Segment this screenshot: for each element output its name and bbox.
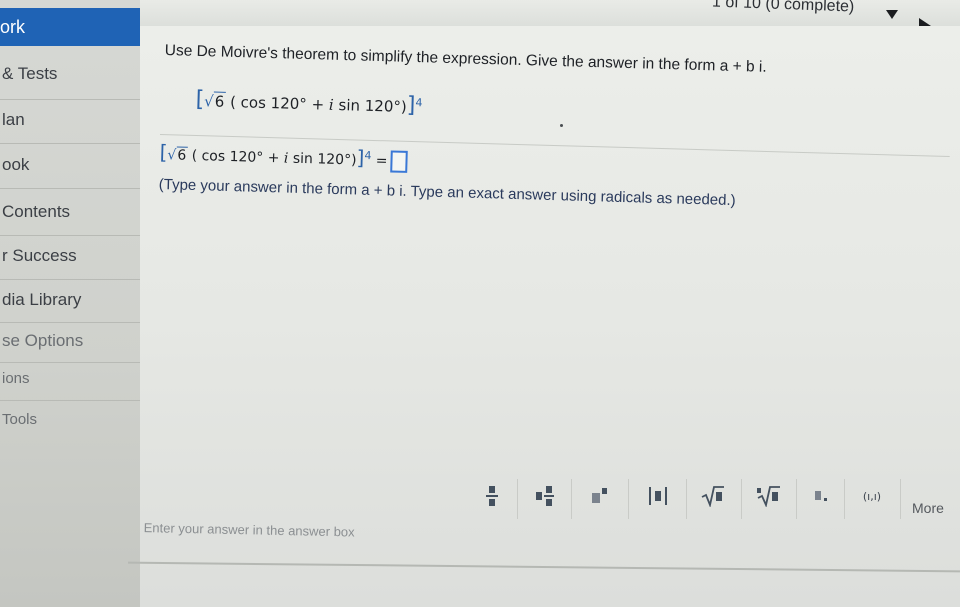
course-sidebar: ork & Tests lan ook Contents r Success d… (0, 0, 140, 607)
expr-plus: + (267, 150, 280, 167)
chevron-down-icon[interactable] (886, 10, 898, 19)
expr-exponent: 4 (364, 149, 372, 163)
sidebar-divider (0, 362, 140, 363)
nth-root-icon[interactable] (743, 480, 793, 512)
sidebar-item-study-plan[interactable]: lan (2, 110, 25, 130)
ordered-pair-icon[interactable]: (ı,ı) (847, 480, 897, 512)
sidebar-item-label: ook (2, 155, 30, 174)
sidebar-item-tools[interactable]: Tools (2, 411, 37, 428)
sidebar-item-label: dia Library (2, 290, 82, 309)
sidebar-item-success[interactable]: r Success (2, 246, 77, 266)
equals-sign: = (375, 153, 388, 170)
screen-speck (560, 124, 563, 127)
sidebar-divider (0, 99, 140, 100)
sidebar-item-label: r Success (2, 246, 77, 265)
sidebar-item-label: Tools (2, 411, 38, 428)
expr-plus: + (311, 95, 325, 114)
radicand: 6 (176, 146, 188, 164)
square-root-icon[interactable] (688, 480, 738, 512)
sidebar-divider (0, 143, 140, 144)
sidebar-item-label: ork (0, 17, 26, 37)
sidebar-item-tools-for-success[interactable]: ions (2, 370, 30, 387)
sidebar-divider (0, 322, 140, 323)
toolbar-divider (571, 479, 572, 519)
fraction-icon[interactable] (467, 480, 517, 512)
sidebar-item-contents[interactable]: Contents (2, 202, 70, 222)
exponent-icon[interactable] (575, 480, 625, 512)
sidebar-item-label: Contents (2, 202, 71, 221)
toolbar-divider (741, 479, 742, 519)
absolute-value-icon[interactable] (633, 480, 683, 512)
sidebar-divider (0, 188, 140, 189)
expr-cos: ( cos 120° (191, 147, 264, 166)
decimal-icon[interactable] (796, 480, 846, 512)
sidebar-item-media-library[interactable]: dia Library (2, 290, 81, 310)
toolbar-divider (900, 479, 901, 519)
radical-icon: √ (167, 147, 177, 164)
more-button[interactable]: More (912, 500, 944, 516)
expr-exponent: 4 (415, 96, 423, 110)
sidebar-item-gradebook[interactable]: ook (2, 155, 29, 175)
expr-sin: sin 120°) (338, 95, 408, 116)
sidebar-item-course-options[interactable]: se Options (2, 331, 83, 351)
sidebar-item-label: lan (2, 110, 25, 129)
expr-imaginary-unit: i (328, 95, 335, 114)
toolbar-divider (686, 479, 687, 519)
sidebar-divider (0, 235, 140, 236)
mixed-number-icon[interactable] (520, 480, 570, 512)
expr-sin: sin 120°) (292, 150, 357, 169)
expr-imaginary-unit: i (283, 150, 289, 167)
sidebar-item-label: ions (2, 370, 30, 387)
ordered-pair-label: (ı,ı) (862, 489, 882, 503)
radicand: 6 (213, 91, 226, 111)
sidebar-item-quizzes-tests[interactable]: & Tests (2, 64, 57, 84)
toolbar-divider (628, 479, 629, 519)
sidebar-item-homework[interactable]: ork (0, 8, 140, 46)
right-bracket: ] (406, 92, 416, 119)
expr-cos: ( cos 120° (229, 92, 308, 114)
sidebar-item-label: se Options (2, 331, 84, 350)
answer-box[interactable] (390, 150, 408, 173)
toolbar-divider (517, 479, 518, 519)
sidebar-divider (0, 400, 140, 401)
sidebar-item-label: & Tests (2, 64, 58, 83)
sidebar-divider (0, 279, 140, 280)
